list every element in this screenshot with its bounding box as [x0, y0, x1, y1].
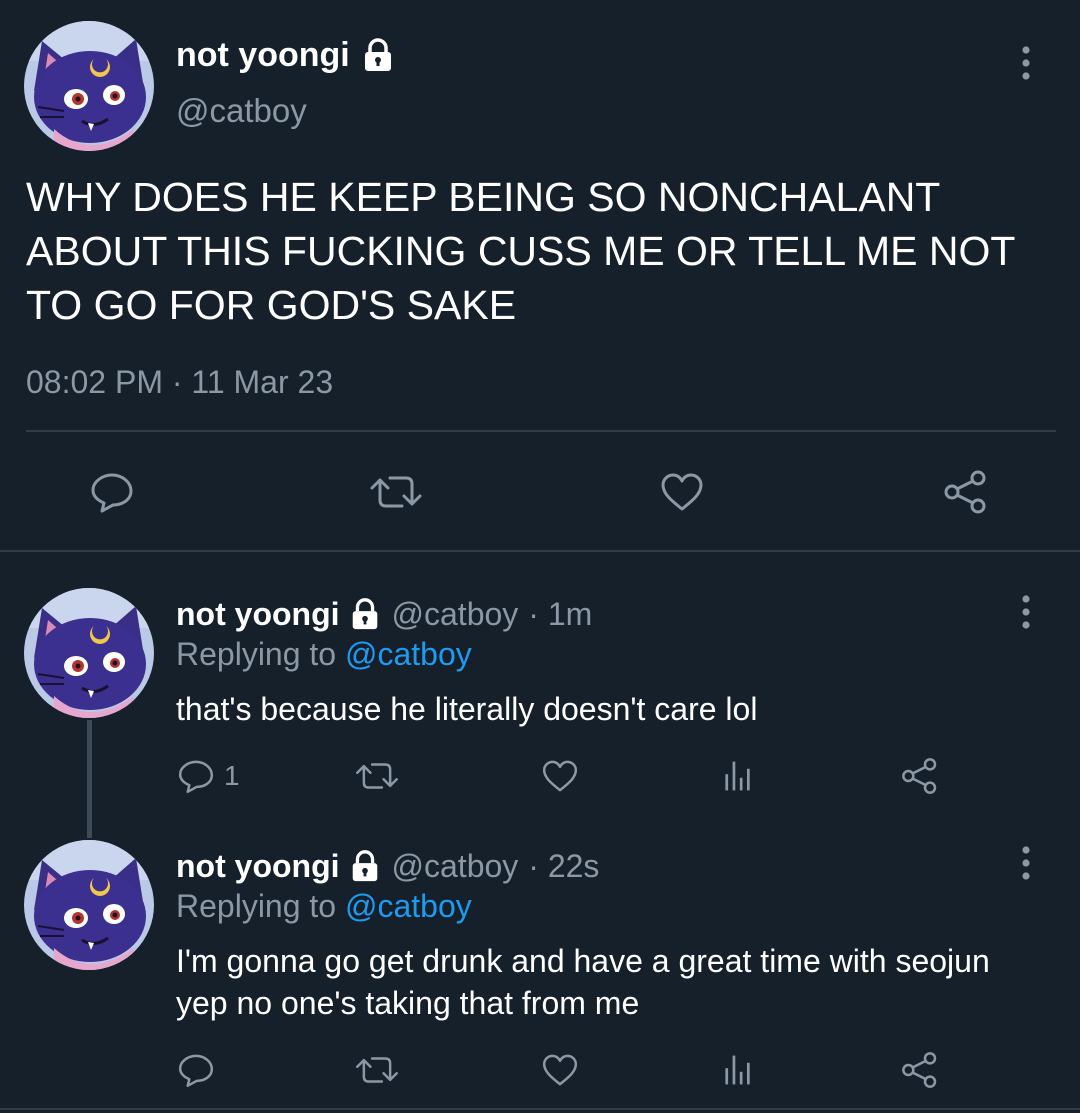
retweet-icon: [354, 756, 400, 796]
more-options-icon[interactable]: [1016, 592, 1036, 632]
like-button[interactable]: [658, 468, 706, 516]
mention-link[interactable]: @catboy: [345, 888, 472, 924]
lock-icon: [348, 597, 382, 631]
replying-label: Replying to: [176, 888, 337, 924]
avatar[interactable]: [24, 588, 154, 718]
handle[interactable]: @catboy: [392, 594, 519, 634]
share-button[interactable]: [942, 468, 990, 516]
share-icon: [900, 1050, 940, 1090]
avatar-cat-icon: [24, 21, 154, 151]
analytics-icon: [720, 758, 756, 794]
avatar-cat-icon: [24, 588, 154, 718]
reply-author-row: not yoongi @catboy · 22s: [176, 846, 599, 886]
reply-icon: [176, 1050, 216, 1090]
avatar[interactable]: [24, 21, 154, 151]
retweet-button[interactable]: [354, 756, 400, 796]
lock-icon: [348, 849, 382, 883]
replying-to: Replying to @catboy: [176, 634, 472, 674]
reply-text: that's because he literally doesn't care…: [176, 691, 758, 727]
share-icon: [942, 468, 990, 516]
display-name[interactable]: not yoongi: [176, 34, 350, 76]
reply-author-row: not yoongi @catboy · 1m: [176, 594, 592, 634]
divider: [0, 1108, 1080, 1110]
replying-to: Replying to @catboy: [176, 886, 472, 926]
analytics-button[interactable]: [720, 1052, 756, 1088]
more-options-icon[interactable]: [1016, 843, 1036, 883]
like-icon: [658, 468, 706, 516]
share-icon: [900, 756, 940, 796]
like-icon: [540, 1050, 580, 1090]
reply-icon: [88, 468, 136, 516]
avatar-cat-icon: [24, 840, 154, 970]
reply-icon: [176, 756, 216, 796]
retweet-icon: [368, 468, 424, 516]
reply-button[interactable]: [176, 1050, 224, 1090]
reply-age: · 1m: [528, 596, 593, 632]
like-icon: [540, 756, 580, 796]
reply-text: I'm gonna go get drunk and have a great …: [176, 943, 990, 1021]
more-options-icon[interactable]: [1016, 43, 1036, 83]
reply-button[interactable]: 1: [176, 756, 240, 796]
divider: [0, 550, 1080, 552]
reply-button[interactable]: [88, 468, 136, 516]
share-button[interactable]: [900, 756, 940, 796]
share-button[interactable]: [900, 1050, 940, 1090]
author-name-row: not yoongi: [176, 34, 396, 76]
retweet-icon: [354, 1050, 400, 1090]
analytics-button[interactable]: [720, 758, 756, 794]
tweet-text: WHY DOES HE KEEP BEING SO NONCHALANT ABO…: [26, 174, 1015, 328]
handle[interactable]: @catboy: [392, 846, 519, 886]
lock-icon: [360, 37, 396, 73]
divider: [26, 430, 1056, 432]
avatar[interactable]: [24, 840, 154, 970]
display-name[interactable]: not yoongi: [176, 594, 340, 634]
handle[interactable]: @catboy: [176, 90, 307, 132]
like-button[interactable]: [540, 756, 580, 796]
retweet-button[interactable]: [368, 468, 424, 516]
replying-label: Replying to: [176, 636, 337, 672]
like-button[interactable]: [540, 1050, 580, 1090]
display-name[interactable]: not yoongi: [176, 846, 340, 886]
analytics-icon: [720, 1052, 756, 1088]
tweet-thread-screen: not yoongi @catboy WHY DOES HE KEEP BEIN…: [0, 0, 1080, 1113]
reply-age: · 22s: [528, 848, 600, 884]
retweet-button[interactable]: [354, 1050, 400, 1090]
thread-connector: [87, 720, 92, 838]
tweet-timestamp[interactable]: 08:02 PM · 11 Mar 23: [26, 360, 333, 404]
reply-count: 1: [224, 760, 240, 791]
mention-link[interactable]: @catboy: [345, 636, 472, 672]
